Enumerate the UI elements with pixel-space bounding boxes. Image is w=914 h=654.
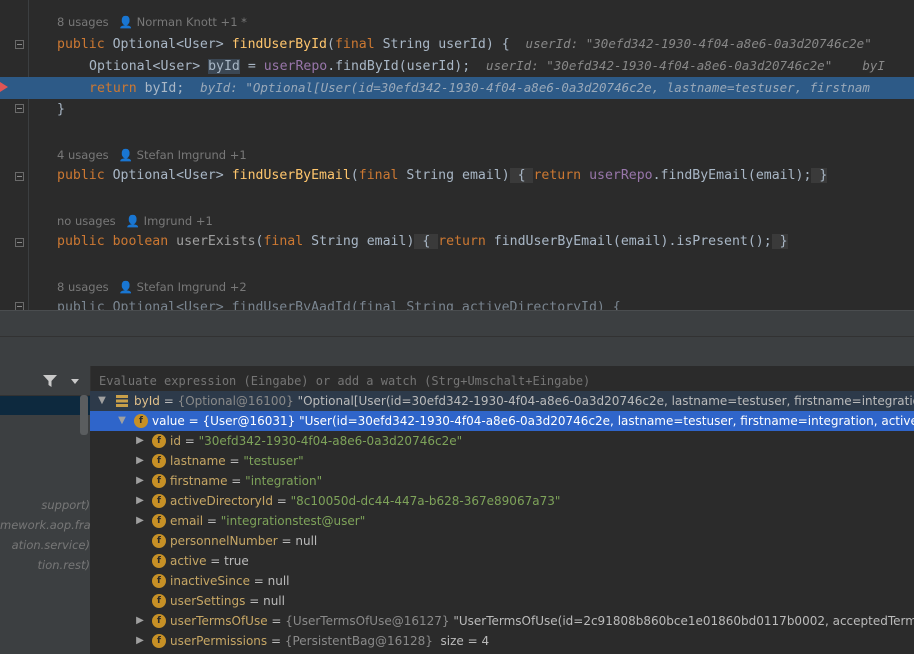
variable-row-userTermsOfUse[interactable]: ▶ f userTermsOfUse = {UserTermsOfUse@161… bbox=[90, 611, 914, 631]
author-hint[interactable]: Norman Knott +1 * bbox=[137, 15, 247, 29]
usages-count[interactable]: 8 usages bbox=[57, 15, 109, 29]
selected-frame[interactable] bbox=[0, 395, 90, 415]
variable-row-activeDirectoryId[interactable]: ▶ f activeDirectoryId = "8c10050d-dc44-4… bbox=[90, 491, 914, 511]
chevron-down-icon[interactable]: ▼ bbox=[96, 391, 108, 411]
code-vision-hint[interactable]: 4 usages 👤 Stefan Imgrund +1 bbox=[57, 146, 247, 164]
fold-marker-icon[interactable] bbox=[15, 104, 24, 113]
debug-toolbar bbox=[0, 336, 914, 367]
local-variable-icon bbox=[116, 395, 128, 407]
chevron-right-icon[interactable]: ▶ bbox=[134, 631, 146, 651]
inline-debug-value: userId: "30efd342-1930-4f04-a8e6-0a3d207… bbox=[525, 36, 872, 51]
variable-row-value[interactable]: ▼ f value = {User@16031} "User(id=30efd3… bbox=[90, 411, 914, 431]
chevron-right-icon[interactable]: ▶ bbox=[134, 451, 146, 471]
chevron-right-icon[interactable]: ▶ bbox=[134, 431, 146, 451]
author-hint[interactable]: Imgrund +1 bbox=[144, 214, 213, 228]
variable-row-firstname[interactable]: ▶ f firstname = "integration" bbox=[90, 471, 914, 491]
person-icon: 👤 bbox=[118, 280, 137, 294]
field-icon: f bbox=[152, 514, 166, 528]
field-icon: f bbox=[152, 534, 166, 548]
frames-scrollbar[interactable] bbox=[80, 395, 88, 435]
frame-item[interactable]: tion.rest) bbox=[0, 555, 90, 575]
field-icon: f bbox=[152, 634, 166, 648]
field-icon: f bbox=[152, 434, 166, 448]
chevron-right-icon[interactable]: ▶ bbox=[134, 511, 146, 531]
variable-row-id[interactable]: ▶ f id = "30efd342-1930-4f04-a8e6-0a3d20… bbox=[90, 431, 914, 451]
variable-row-userSettings[interactable]: f userSettings = null bbox=[90, 591, 914, 611]
author-hint[interactable]: Stefan Imgrund +2 bbox=[137, 280, 247, 294]
variable-row-byId[interactable]: ▼ byId = {Optional@16100} "Optional[User… bbox=[90, 391, 914, 411]
chevron-down-icon[interactable] bbox=[70, 377, 80, 385]
field-icon: f bbox=[152, 494, 166, 508]
variable-row-personnelNumber[interactable]: f personnelNumber = null bbox=[90, 531, 914, 551]
tool-window-splitter[interactable] bbox=[0, 310, 914, 337]
frame-item[interactable]: ation.service) bbox=[0, 535, 90, 555]
code-vision-hint[interactable]: no usages 👤 Imgrund +1 bbox=[57, 212, 213, 230]
field-icon: f bbox=[152, 474, 166, 488]
evaluate-expression-input[interactable] bbox=[99, 372, 899, 390]
field-icon: f bbox=[152, 614, 166, 628]
code-line: Optional<User> byId = userRepo.findById(… bbox=[89, 58, 885, 74]
variable-row-inactiveSince[interactable]: f inactiveSince = null bbox=[90, 571, 914, 591]
usages-count[interactable]: 8 usages bbox=[57, 280, 109, 294]
field-icon: f bbox=[152, 594, 166, 608]
code-line: } bbox=[57, 102, 65, 117]
chevron-down-icon[interactable]: ▼ bbox=[116, 411, 128, 431]
inline-debug-value: byId: "Optional[User(id=30efd342-1930-4f… bbox=[200, 80, 870, 95]
field-icon: f bbox=[152, 574, 166, 588]
code-line-partial: public Optional<User> findUserByAadId(fi… bbox=[57, 300, 621, 310]
author-hint[interactable]: Stefan Imgrund +1 bbox=[137, 148, 247, 162]
person-icon: 👤 bbox=[125, 214, 144, 228]
code-line: public boolean userExists(final String e… bbox=[57, 234, 788, 249]
code-vision-hint[interactable]: 8 usages 👤 Norman Knott +1 * bbox=[57, 13, 247, 31]
code-editor[interactable]: 8 usages 👤 Norman Knott +1 * public Optio… bbox=[0, 0, 914, 310]
chevron-right-icon[interactable]: ▶ bbox=[134, 611, 146, 631]
inline-debug-value: userId: "30efd342-1930-4f04-a8e6-0a3d207… bbox=[486, 58, 885, 73]
field-icon: f bbox=[152, 554, 166, 568]
usages-count[interactable]: 4 usages bbox=[57, 148, 109, 162]
fold-marker-icon[interactable] bbox=[15, 40, 24, 49]
variable-row-userPermissions[interactable]: ▶ f userPermissions = {PersistentBag@161… bbox=[90, 631, 914, 651]
filter-icon[interactable] bbox=[42, 374, 58, 388]
code-line-current: return byId; byId: "Optional[User(id=30e… bbox=[89, 80, 870, 96]
execution-point-icon[interactable] bbox=[0, 82, 8, 92]
usages-count[interactable]: no usages bbox=[57, 214, 116, 228]
code-line: public Optional<User> findUserById(final… bbox=[57, 36, 872, 52]
frame-item[interactable]: support) bbox=[0, 495, 90, 515]
fold-marker-icon[interactable] bbox=[15, 172, 24, 181]
variable-row-active[interactable]: f active = true bbox=[90, 551, 914, 571]
variable-row-email[interactable]: ▶ f email = "integrationstest@user" bbox=[90, 511, 914, 531]
chevron-right-icon[interactable]: ▶ bbox=[134, 491, 146, 511]
fold-marker-icon[interactable] bbox=[15, 302, 24, 310]
person-icon: 👤 bbox=[118, 15, 137, 29]
variable-row-lastname[interactable]: ▶ f lastname = "testuser" bbox=[90, 451, 914, 471]
code-line: public Optional<User> findUserByEmail(fi… bbox=[57, 168, 828, 183]
field-icon: f bbox=[134, 414, 148, 428]
frames-panel[interactable]: support) mework.aop.fran ation.service) … bbox=[0, 366, 90, 654]
fold-marker-icon[interactable] bbox=[15, 238, 24, 247]
person-icon: 👤 bbox=[118, 148, 137, 162]
field-icon: f bbox=[152, 454, 166, 468]
chevron-right-icon[interactable]: ▶ bbox=[134, 471, 146, 491]
frame-item[interactable]: mework.aop.fran bbox=[0, 515, 90, 535]
code-vision-hint[interactable]: 8 usages 👤 Stefan Imgrund +2 bbox=[57, 278, 247, 296]
